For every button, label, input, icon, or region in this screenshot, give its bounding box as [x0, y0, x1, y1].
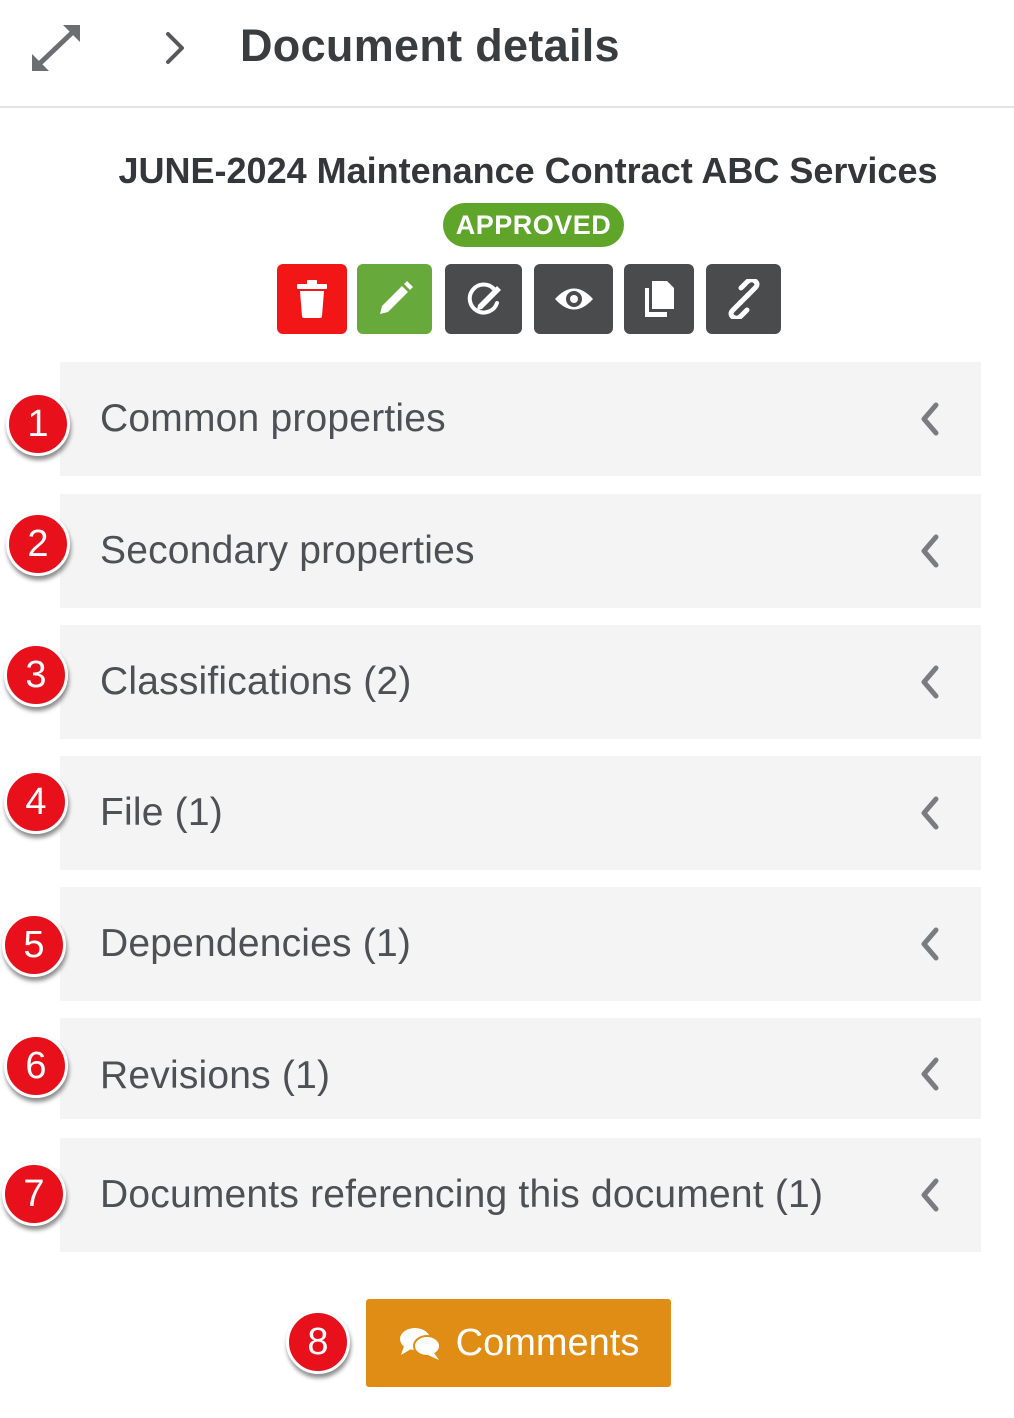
chevron-left-icon [921, 796, 939, 830]
comments-button[interactable]: Comments [366, 1299, 671, 1387]
chevron-left-icon [921, 927, 939, 961]
chevron-left-icon [921, 402, 939, 436]
section-label: Classifications (2) [100, 660, 412, 703]
section-label: Common properties [100, 397, 446, 440]
comments-label: Comments [455, 1321, 640, 1364]
section-label: File (1) [100, 791, 223, 834]
section-label: Secondary properties [100, 529, 475, 572]
delete-button[interactable] [277, 264, 347, 334]
chevron-left-icon [921, 665, 939, 699]
expand-icon[interactable] [28, 22, 84, 74]
callout-marker-4: 4 [4, 770, 68, 834]
callout-marker-1: 1 [6, 392, 70, 456]
document-title: JUNE-2024 Maintenance Contract ABC Servi… [118, 150, 938, 191]
section-common-properties[interactable]: Common properties [60, 362, 981, 476]
link-icon [728, 279, 759, 319]
section-dependencies[interactable]: Dependencies (1) [60, 887, 981, 1001]
section-label: Documents referencing this document (1) [100, 1173, 824, 1216]
callout-marker-2: 2 [6, 512, 70, 576]
callout-marker-6: 6 [4, 1034, 68, 1098]
callout-marker-8: 8 [286, 1310, 350, 1374]
chevron-right-icon [166, 32, 184, 64]
chevron-left-icon [921, 1178, 939, 1212]
pencil-icon [379, 281, 413, 314]
sign-button[interactable] [445, 264, 522, 334]
section-label: Revisions (1) [100, 1054, 331, 1097]
status-badge: APPROVED [443, 203, 624, 247]
section-file[interactable]: File (1) [60, 756, 981, 870]
section-label: Dependencies (1) [100, 922, 412, 965]
chevron-left-icon [921, 1057, 939, 1091]
section-classifications[interactable]: Classifications (2) [60, 625, 981, 739]
section-revisions[interactable]: Revisions (1) [60, 1018, 981, 1119]
callout-marker-5: 5 [2, 913, 66, 977]
comments-icon [399, 1328, 441, 1360]
eye-icon [554, 288, 593, 310]
page-title: Document details [240, 20, 620, 71]
copy-icon [645, 281, 674, 317]
header-bar: Document details [0, 0, 1014, 108]
copy-button[interactable] [624, 264, 694, 334]
signature-icon [467, 282, 501, 315]
edit-button[interactable] [357, 264, 432, 334]
section-secondary-properties[interactable]: Secondary properties [60, 494, 981, 608]
trash-icon [297, 280, 327, 318]
view-button[interactable] [534, 264, 613, 334]
chevron-left-icon [921, 534, 939, 568]
link-button[interactable] [706, 264, 781, 334]
section-documents-referencing[interactable]: Documents referencing this document (1) [60, 1138, 981, 1252]
callout-marker-7: 7 [2, 1162, 66, 1226]
callout-marker-3: 3 [4, 643, 68, 707]
